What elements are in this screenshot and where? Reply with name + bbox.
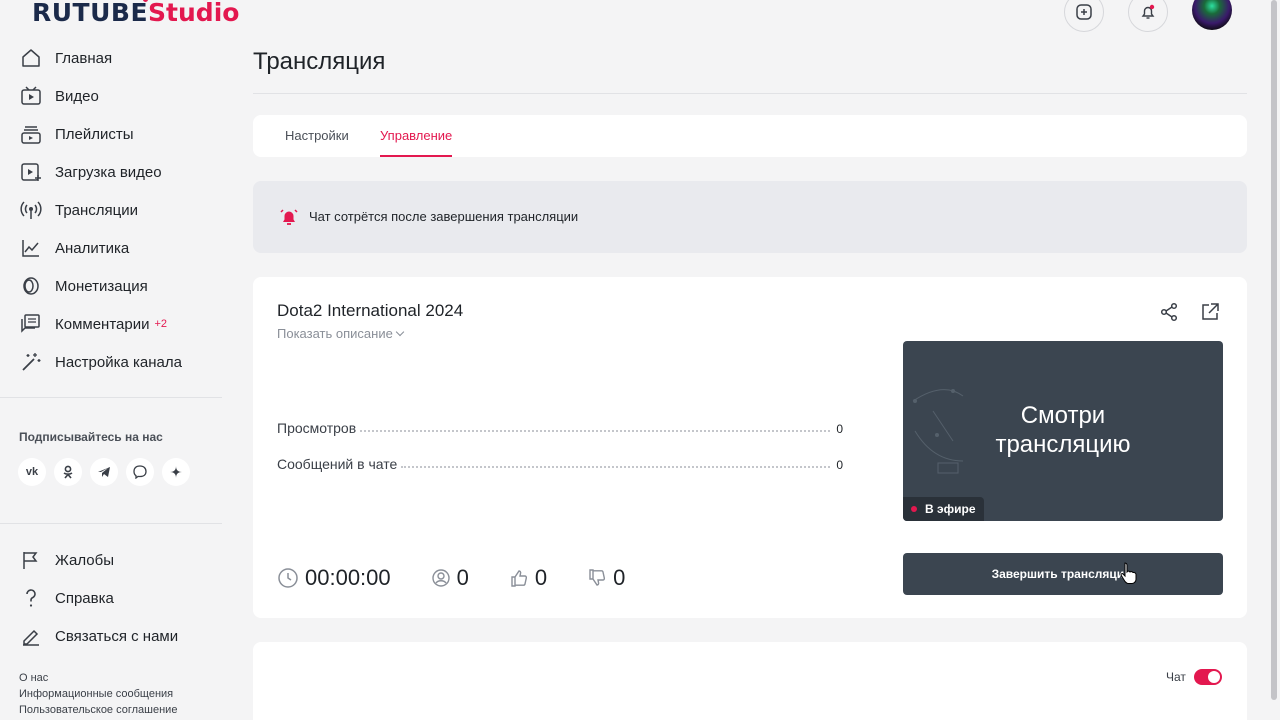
help-icon [19,586,43,610]
sidebar-item-complaints[interactable]: Жалобы [19,548,114,572]
logo-studio-text: Studio [143,0,239,27]
sidebar: Главная Видео Плейлисты Загрузка видео Т… [0,40,222,720]
dislikes-metric: 0 [587,565,625,591]
show-description-toggle[interactable]: Показать описание [277,326,405,341]
clock-icon [278,568,298,588]
sidebar-item-label: Главная [55,49,113,67]
footer-link-about[interactable]: О нас [19,672,48,684]
sidebar-item-broadcasts[interactable]: Трансляции [19,198,138,222]
plus-square-icon [1076,4,1092,20]
sidebar-item-label: Плейлисты [55,125,134,143]
share-icon[interactable] [1159,302,1179,327]
sidebar-item-contact[interactable]: Связаться с нами [19,624,178,648]
sidebar-item-label: Комментарии [55,315,150,333]
chat-card: Чат [253,642,1247,720]
title-divider [253,93,1247,94]
upload-icon [19,160,43,184]
end-stream-button[interactable]: Завершить трансляцию [903,553,1223,595]
timer-value: 00:00:00 [305,565,391,590]
page-scrollbar[interactable] [1270,0,1278,700]
bell-icon [1141,4,1155,19]
likes-value: 0 [534,565,548,590]
chat-notice-text: Чат сотрётся после завершения трансляции [309,209,579,224]
page-title: Трансляция [253,48,386,75]
sidebar-divider [0,523,222,524]
notifications-button[interactable] [1128,0,1168,32]
thumbs-down-icon [589,569,606,586]
sidebar-item-label: Видео [55,87,99,105]
logo-rutube-text: RUTUBE [32,0,149,27]
tab-management[interactable]: Управление [380,128,453,157]
comments-icon [19,312,43,336]
sidebar-item-home[interactable]: Главная [19,46,112,70]
viewers-metric: 0 [431,565,469,591]
thumbs-up-icon [511,570,527,587]
analytics-icon [19,236,43,260]
sidebar-item-playlists[interactable]: Плейлисты [19,122,134,146]
flag-icon [19,548,43,572]
sidebar-item-video[interactable]: Видео [19,84,99,108]
sidebar-item-label: Справка [55,589,114,607]
user-avatar[interactable] [1192,0,1232,30]
stream-preview[interactable]: Смотри трансляцию В эфире [903,341,1223,521]
sidebar-item-label: Жалобы [55,551,114,569]
playlist-icon [19,122,43,146]
stream-title: Dota2 International 2024 [277,301,464,320]
likes-metric: 0 [509,565,547,591]
mouse-cursor [1120,562,1138,589]
footer-link-user-agreement[interactable]: Пользовательское соглашение [19,704,177,716]
open-external-icon[interactable] [1200,302,1220,327]
sidebar-item-label: Настройка канала [55,353,182,371]
timer-metric: 00:00:00 [277,565,391,591]
vk-icon[interactable]: vk [18,458,46,486]
follow-us-title: Подписывайтесь на нас [19,430,163,444]
live-badge: В эфире [903,497,984,521]
tab-settings[interactable]: Настройки [285,128,349,143]
viewers-value: 0 [456,565,469,590]
monetization-icon [19,274,43,298]
chat-notice-banner: Чат сотрётся после завершения трансляции [253,181,1247,253]
home-icon [19,46,43,70]
dislikes-value: 0 [613,565,626,590]
comments-count-badge: +2 [154,318,168,330]
stream-metrics: 00:00:00 0 0 0 [277,565,665,591]
edit-icon [19,624,43,648]
video-icon [19,84,43,108]
sidebar-item-label: Монетизация [55,277,148,295]
sidebar-item-label: Связаться с нами [55,627,179,645]
stream-card: Dota2 International 2024 Показать описан… [253,277,1247,618]
stat-views: Просмотров 0 [277,420,843,436]
user-icon [431,569,450,587]
sidebar-item-label: Аналитика [55,239,130,257]
footer-link-info-messages[interactable]: Информационные сообщения [19,688,173,700]
chevron-down-icon [395,327,405,337]
chat-toggle[interactable] [1194,669,1222,685]
sidebar-divider [0,397,222,398]
sidebar-item-label: Загрузка видео [55,163,162,181]
alarm-bell-icon [279,207,299,232]
viber-icon[interactable] [126,458,154,486]
stat-chat-messages: Сообщений в чате 0 [277,456,843,472]
sidebar-item-help[interactable]: Справка [19,586,114,610]
rutube-studio-logo[interactable]: RUTUBE Studio [32,0,239,26]
preview-caption: Смотри трансляцию [995,402,1131,458]
telegram-icon[interactable] [90,458,118,486]
sidebar-item-comments[interactable]: Комментарии +2 [19,312,167,336]
broadcast-icon [19,198,43,222]
sidebar-item-upload[interactable]: Загрузка видео [19,160,162,184]
sidebar-item-analytics[interactable]: Аналитика [19,236,129,260]
sidebar-item-label: Трансляции [55,201,139,219]
magic-wand-icon [19,350,43,374]
zen-icon[interactable] [162,458,190,486]
sidebar-item-monetization[interactable]: Монетизация [19,274,148,298]
chat-toggle-label: Чат [1166,670,1186,684]
sidebar-item-channel-settings[interactable]: Настройка канала [19,350,182,374]
add-content-button[interactable] [1064,0,1104,32]
tabs-bar: Настройки Управление [253,115,1247,157]
ok-icon[interactable] [54,458,82,486]
